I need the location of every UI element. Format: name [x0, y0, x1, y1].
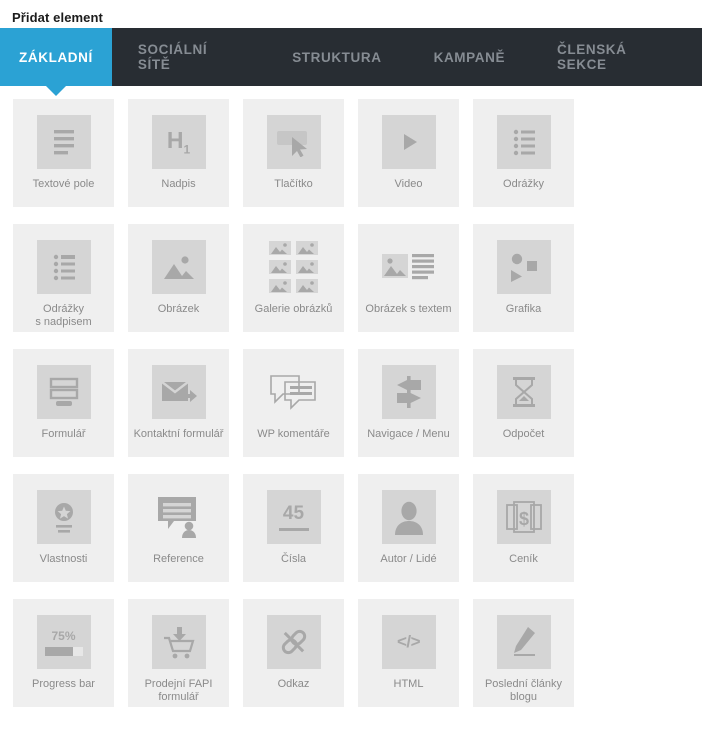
link-chain-icon [266, 615, 321, 669]
element-tile-label: WP komentáře [257, 428, 330, 440]
element-tile-tlacitko[interactable]: Tlačítko [243, 99, 344, 207]
element-tile-label: HTML [393, 678, 424, 690]
testimonial-quote-icon [152, 490, 206, 544]
element-tile-odpocet[interactable]: Odpočet [473, 349, 574, 457]
element-tile-grafika[interactable]: Grafika [473, 224, 574, 332]
element-tile-label: Galerie obrázků [254, 303, 333, 315]
progress-bar-icon: 75% [36, 615, 91, 669]
element-tile-label: Vlastnosti [39, 553, 88, 565]
signpost-navigation-icon [381, 365, 436, 419]
active-tab-pointer-icon [45, 86, 66, 96]
tab-clenska-sekce[interactable]: ČLENSKÁ SEKCE [531, 28, 702, 86]
element-tile-label: Odrážky s nadpisem [35, 303, 92, 328]
element-tile-label: Reference [153, 553, 204, 565]
element-tile-label: Odpočet [502, 428, 545, 440]
person-avatar-icon [381, 490, 436, 544]
element-tile-label: Nadpis [161, 178, 196, 190]
element-tile-label: Ceník [509, 553, 538, 565]
element-tile-label: Tlačítko [274, 178, 313, 190]
element-tile-wp-komentare[interactable]: WP komentáře [243, 349, 344, 457]
contact-envelope-icon [151, 365, 206, 419]
element-tile-vlastnosti[interactable]: Vlastnosti [13, 474, 114, 582]
tab-kampane[interactable]: KAMPANĚ [408, 28, 531, 86]
element-tile-galerie-obrazku[interactable]: Galerie obrázků [243, 224, 344, 332]
element-tile-html[interactable]: </> HTML [358, 599, 459, 707]
tab-label: STRUKTURA [292, 49, 382, 65]
element-tile-cisla[interactable]: 45 Čísla [243, 474, 344, 582]
bullet-list-heading-icon [36, 240, 91, 294]
tab-label: ČLENSKÁ SEKCE [557, 42, 627, 72]
element-tile-odrazky[interactable]: Odrážky [473, 99, 574, 207]
element-grid: Textové pole H1 Nadpis Tlačítko Video Od… [0, 86, 702, 724]
tab-label: ZÁKLADNÍ [19, 49, 93, 65]
element-tile-label: Odrážky [503, 178, 544, 190]
image-gallery-icon [267, 240, 321, 294]
comments-outline-icon [267, 365, 321, 419]
element-tile-prodejni-fapi-formular[interactable]: Prodejní FAPI formulář [128, 599, 229, 707]
form-icon [36, 365, 91, 419]
element-tile-label: Obrázek s textem [365, 303, 452, 315]
star-badge-icon [36, 490, 91, 544]
element-tile-label: Autor / Lidé [380, 553, 437, 565]
element-tile-reference[interactable]: Reference [128, 474, 229, 582]
element-tile-video[interactable]: Video [358, 99, 459, 207]
tab-struktura[interactable]: STRUKTURA [266, 28, 407, 86]
element-tile-label: Poslední články blogu [484, 678, 563, 703]
shopping-cart-icon [151, 615, 206, 669]
button-cursor-icon [266, 115, 321, 169]
pencil-blog-icon [496, 615, 551, 669]
element-tile-textove-pole[interactable]: Textové pole [13, 99, 114, 207]
text-lines-icon [36, 115, 91, 169]
tab-label: SOCIÁLNÍ SÍTĚ [137, 42, 208, 72]
tab-label: KAMPANĚ [433, 49, 506, 65]
element-tile-formular[interactable]: Formulář [13, 349, 114, 457]
video-play-icon [381, 115, 436, 169]
svg-text:$: $ [518, 509, 528, 529]
element-tile-nadpis[interactable]: H1 Nadpis [128, 99, 229, 207]
element-tile-autor-lide[interactable]: Autor / Lidé [358, 474, 459, 582]
tab-bar: ZÁKLADNÍ SOCIÁLNÍ SÍTĚ STRUKTURA KAMPANĚ… [0, 28, 702, 96]
element-tile-label: Formulář [41, 428, 86, 440]
element-tile-kontaktni-formular[interactable]: Kontaktní formulář [128, 349, 229, 457]
element-tile-odkaz[interactable]: Odkaz [243, 599, 344, 707]
element-tile-obrazek-s-textem[interactable]: Obrázek s textem [358, 224, 459, 332]
element-tile-label: Navigace / Menu [367, 428, 450, 440]
element-tile-label: Obrázek [157, 303, 200, 315]
hourglass-countdown-icon [496, 365, 551, 419]
progress-value: 75% [51, 628, 76, 643]
element-tile-label: Prodejní FAPI formulář [144, 678, 213, 703]
pricing-money-icon: $ [496, 490, 551, 544]
element-tile-navigace-menu[interactable]: Navigace / Menu [358, 349, 459, 457]
element-tile-label: Grafika [505, 303, 542, 315]
element-tile-progress-bar[interactable]: 75% Progress bar [13, 599, 114, 707]
element-tile-obrazek[interactable]: Obrázek [128, 224, 229, 332]
bullet-list-icon [496, 115, 551, 169]
page-title: Přidat element [12, 10, 103, 25]
element-tile-posledni-clanky-blogu[interactable]: Poslední články blogu [473, 599, 574, 707]
element-tile-odrazky-s-nadpisem[interactable]: Odrážky s nadpisem [13, 224, 114, 332]
shapes-graphic-icon [496, 240, 551, 294]
element-tile-label: Textové pole [32, 178, 95, 190]
html-code-text: </> [396, 632, 421, 651]
tab-zakladni[interactable]: ZÁKLADNÍ [0, 28, 112, 96]
html-code-icon: </> [381, 615, 436, 669]
numbers-value: 45 [282, 503, 305, 524]
element-tile-label: Čísla [280, 553, 307, 565]
element-tile-label: Progress bar [32, 678, 95, 690]
image-with-text-icon [381, 240, 436, 294]
element-tile-label: Odkaz [277, 678, 310, 690]
element-tile-cenik[interactable]: $ Ceník [473, 474, 574, 582]
element-tile-label: Kontaktní formulář [133, 428, 224, 440]
heading-h1-icon: H1 [151, 115, 206, 169]
image-icon [151, 240, 206, 294]
numbers-icon: 45 [266, 490, 321, 544]
element-tile-label: Video [394, 178, 423, 190]
tab-socialni-site[interactable]: SOCIÁLNÍ SÍTĚ [112, 28, 266, 86]
